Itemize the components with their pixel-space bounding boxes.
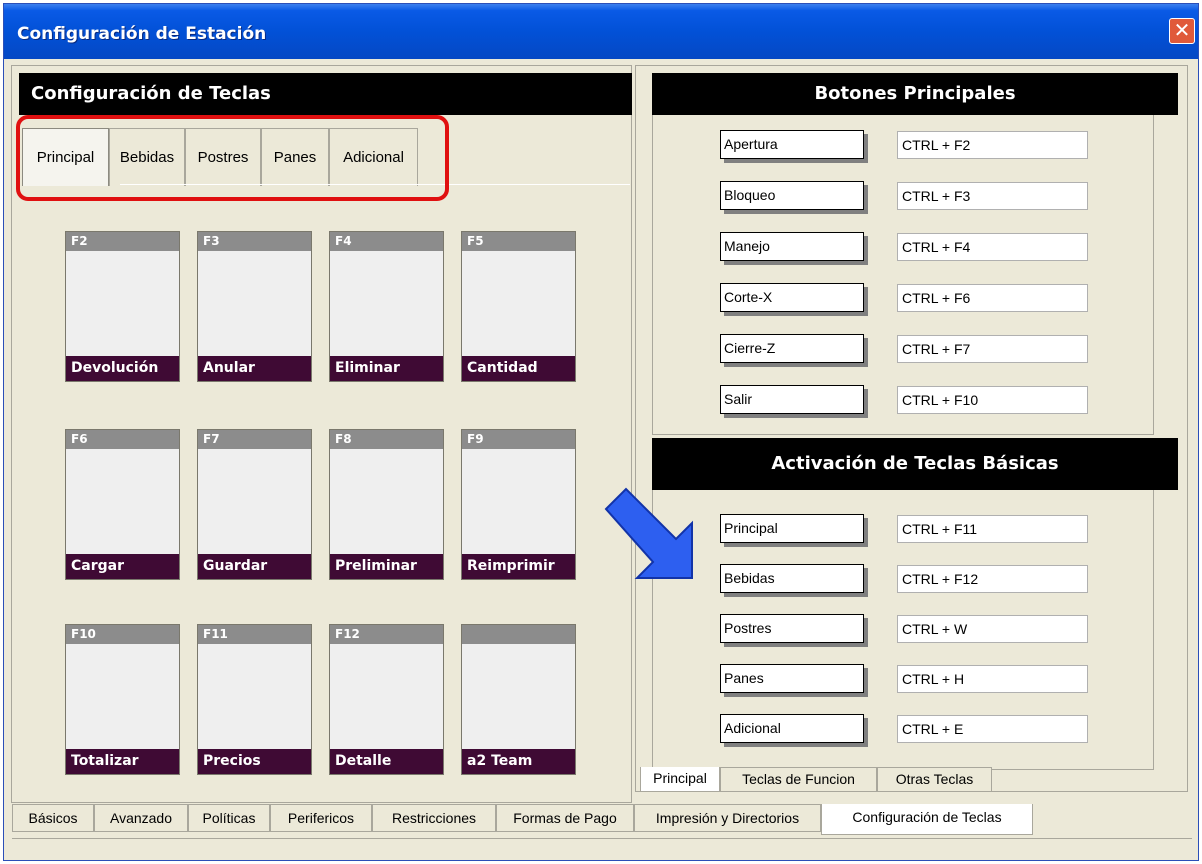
function-key-tile[interactable]: F7 Guardar	[197, 429, 312, 580]
settings-window: Configuración de Estación ✕ Configuració…	[3, 3, 1199, 861]
function-key-action: a2 Team	[462, 749, 575, 774]
shortcut-label-0[interactable]: Apertura	[720, 130, 864, 159]
shortcut-value-3[interactable]: CTRL + H	[897, 665, 1088, 693]
key-config-panel: Configuración de Teclas Principal Bebida…	[11, 65, 632, 803]
tab-configuracion-de-teclas[interactable]: Configuración de Teclas	[821, 804, 1033, 835]
activacion-teclas-box: Principal CTRL + F11 Bebidas CTRL + F12 Post…	[652, 490, 1154, 770]
tab-perifericos[interactable]: Perifericos	[270, 804, 372, 832]
shortcut-value-2[interactable]: CTRL + W	[897, 615, 1088, 643]
tab-politicas[interactable]: Políticas	[188, 804, 270, 832]
function-key-code: F3	[198, 232, 311, 251]
function-key-code: F10	[66, 625, 179, 644]
shortcut-value-2[interactable]: CTRL + F4	[897, 233, 1088, 261]
shortcut-value-4[interactable]: CTRL + E	[897, 715, 1088, 743]
shortcut-label-3[interactable]: Corte-X	[720, 283, 864, 312]
tab-avanzado[interactable]: Avanzado	[94, 804, 188, 832]
function-key-tile[interactable]: F6 Cargar	[65, 429, 180, 580]
function-key-action: Detalle	[330, 749, 443, 774]
shortcut-label-0[interactable]: Principal	[720, 514, 864, 543]
shortcut-value-3[interactable]: CTRL + F6	[897, 284, 1088, 312]
highlight-outline	[16, 115, 449, 201]
shortcut-label-4[interactable]: Cierre-Z	[720, 334, 864, 363]
tab-basicos[interactable]: Básicos	[12, 804, 94, 832]
shortcut-label-4[interactable]: Adicional	[720, 714, 864, 743]
botones-principales-header: Botones Principales	[652, 73, 1178, 115]
shortcut-label-5[interactable]: Salir	[720, 385, 864, 414]
function-key-action: Cargar	[66, 554, 179, 579]
function-key-tile[interactable]: F3 Anular	[197, 231, 312, 382]
tab-otras-teclas[interactable]: Otras Teclas	[877, 767, 992, 792]
tab-principal-shortcuts[interactable]: Principal	[640, 767, 720, 792]
shortcut-label-3[interactable]: Panes	[720, 664, 864, 693]
shortcut-value-0[interactable]: CTRL + F11	[897, 515, 1088, 543]
shortcut-label-1[interactable]: Bebidas	[720, 564, 864, 593]
function-key-code: F5	[462, 232, 575, 251]
function-key-action: Precios	[198, 749, 311, 774]
function-key-action: Anular	[198, 356, 311, 381]
function-key-tile[interactable]: F8 Preliminar	[329, 429, 444, 580]
function-key-action: Reimprimir	[462, 554, 575, 579]
function-key-code: F7	[198, 430, 311, 449]
shortcut-value-0[interactable]: CTRL + F2	[897, 131, 1088, 159]
tab-formas-de-pago[interactable]: Formas de Pago	[496, 804, 634, 832]
shortcut-value-5[interactable]: CTRL + F10	[897, 386, 1088, 414]
tab-impresion-directorios[interactable]: Impresión y Directorios	[634, 804, 821, 832]
function-key-code: F6	[66, 430, 179, 449]
function-key-action: Totalizar	[66, 749, 179, 774]
function-key-action: Preliminar	[330, 554, 443, 579]
tab-restricciones[interactable]: Restricciones	[372, 804, 496, 832]
function-key-tile[interactable]: F2 Devolución	[65, 231, 180, 382]
function-key-code: F2	[66, 232, 179, 251]
function-key-tile[interactable]: F4 Eliminar	[329, 231, 444, 382]
function-key-action: Devolución	[66, 356, 179, 381]
activacion-teclas-header: Activación de Teclas Básicas	[652, 438, 1178, 490]
close-icon[interactable]: ✕	[1169, 18, 1195, 44]
tab-teclas-de-funcion[interactable]: Teclas de Funcion	[720, 767, 877, 792]
status-bar	[12, 838, 1192, 859]
function-key-action: Guardar	[198, 554, 311, 579]
function-key-tile[interactable]: F9 Reimprimir	[461, 429, 576, 580]
function-key-action: Cantidad	[462, 356, 575, 381]
function-key-code: F4	[330, 232, 443, 251]
key-config-header: Configuración de Teclas	[19, 73, 632, 115]
function-key-tile[interactable]: a2 Team	[461, 624, 576, 775]
shortcut-label-2[interactable]: Postres	[720, 614, 864, 643]
shortcut-value-4[interactable]: CTRL + F7	[897, 335, 1088, 363]
shortcut-value-1[interactable]: CTRL + F12	[897, 565, 1088, 593]
window-title: Configuración de Estación	[17, 24, 267, 44]
shortcut-label-2[interactable]: Manejo	[720, 232, 864, 261]
function-key-code: F9	[462, 430, 575, 449]
botones-principales-box: Apertura CTRL + F2 Bloqueo CTRL + F3 Manejo C…	[652, 115, 1154, 435]
shortcut-value-1[interactable]: CTRL + F3	[897, 182, 1088, 210]
function-key-tile[interactable]: F5 Cantidad	[461, 231, 576, 382]
function-key-code: F12	[330, 625, 443, 644]
title-bar[interactable]: Configuración de Estación ✕	[4, 4, 1198, 59]
function-key-tile[interactable]: F12 Detalle	[329, 624, 444, 775]
function-key-code	[462, 625, 575, 644]
shortcuts-panel: Botones Principales Apertura CTRL + F2 Blo…	[635, 65, 1188, 792]
pointer-arrow-icon	[604, 487, 693, 579]
function-key-tile[interactable]: F10 Totalizar	[65, 624, 180, 775]
shortcut-label-1[interactable]: Bloqueo	[720, 181, 864, 210]
function-key-code: F8	[330, 430, 443, 449]
function-key-code: F11	[198, 625, 311, 644]
function-key-action: Eliminar	[330, 356, 443, 381]
function-key-tile[interactable]: F11 Precios	[197, 624, 312, 775]
